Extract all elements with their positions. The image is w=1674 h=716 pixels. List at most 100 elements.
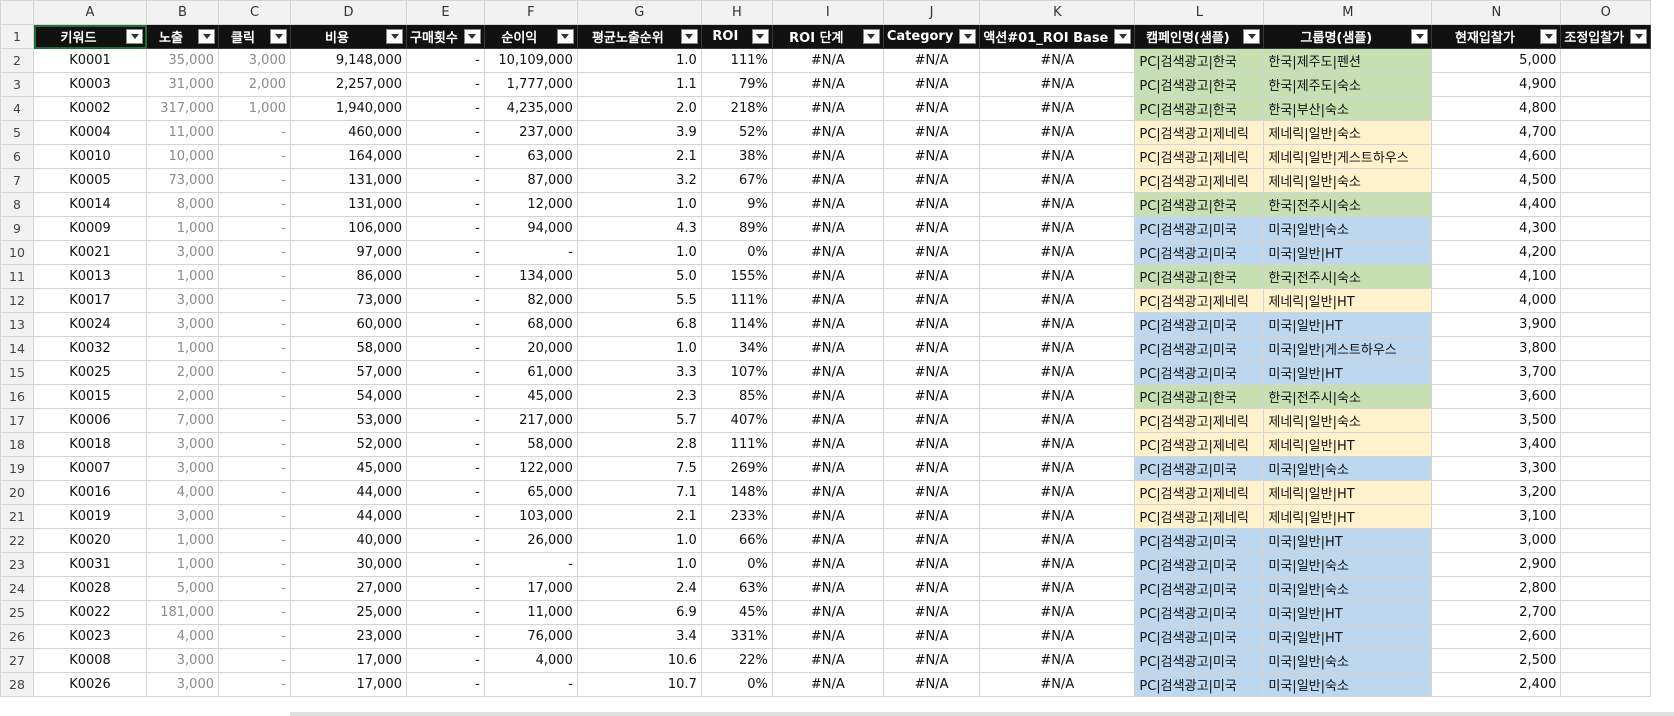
cell-h[interactable]: 85%: [700, 384, 773, 409]
cell-h[interactable]: 52%: [700, 120, 773, 145]
column-letter-f[interactable]: F: [483, 0, 578, 25]
cell-d[interactable]: 54,000: [290, 384, 407, 409]
cell-o[interactable]: [1560, 432, 1652, 457]
cell-o[interactable]: [1560, 456, 1652, 481]
cell-n[interactable]: 4,500: [1431, 168, 1562, 193]
row-number[interactable]: 5: [0, 120, 34, 145]
cell-i[interactable]: #N/A: [771, 48, 884, 73]
cell-m[interactable]: 미국|일반|숙소: [1263, 672, 1433, 697]
cell-k[interactable]: #N/A: [979, 216, 1136, 241]
cell-i[interactable]: #N/A: [771, 336, 884, 361]
cell-f[interactable]: 103,000: [483, 504, 578, 529]
cell-d[interactable]: 53,000: [290, 408, 407, 433]
cell-o[interactable]: [1560, 72, 1652, 97]
cell-e[interactable]: -: [406, 576, 485, 601]
cell-g[interactable]: 6.9: [576, 600, 702, 625]
cell-i[interactable]: #N/A: [771, 600, 884, 625]
cell-c[interactable]: -: [218, 552, 291, 577]
cell-e[interactable]: -: [406, 504, 485, 529]
cell-i[interactable]: #N/A: [771, 288, 884, 313]
cell-i[interactable]: #N/A: [771, 360, 884, 385]
cell-k[interactable]: #N/A: [979, 72, 1136, 97]
column-letter-g[interactable]: G: [576, 0, 702, 25]
cell-a[interactable]: K0023: [33, 624, 147, 649]
row-number[interactable]: 10: [0, 240, 34, 265]
cell-a[interactable]: K0001: [33, 48, 147, 73]
cell-m[interactable]: 미국|일반|HT: [1263, 312, 1433, 337]
cell-m[interactable]: 제네릭|일반|숙소: [1263, 120, 1433, 145]
cell-k[interactable]: #N/A: [979, 384, 1136, 409]
cell-n[interactable]: 3,500: [1431, 408, 1562, 433]
cell-m[interactable]: 한국|전주시|숙소: [1263, 384, 1433, 409]
cell-i[interactable]: #N/A: [771, 624, 884, 649]
column-letter-e[interactable]: E: [406, 0, 485, 25]
filter-dropdown-icon[interactable]: [1411, 29, 1429, 44]
cell-g[interactable]: 2.1: [576, 504, 702, 529]
cell-k[interactable]: #N/A: [979, 504, 1136, 529]
cell-l[interactable]: PC|검색광고|한국: [1134, 72, 1265, 97]
cell-g[interactable]: 3.9: [576, 120, 702, 145]
cell-m[interactable]: 미국|일반|숙소: [1263, 216, 1433, 241]
cell-b[interactable]: 1,000: [146, 216, 219, 241]
cell-b[interactable]: 3,000: [146, 312, 219, 337]
cell-a[interactable]: K0005: [33, 168, 147, 193]
cell-m[interactable]: 제네릭|일반|HT: [1263, 480, 1433, 505]
cell-j[interactable]: #N/A: [882, 552, 981, 577]
cell-h[interactable]: 331%: [700, 624, 773, 649]
cell-g[interactable]: 2.4: [576, 576, 702, 601]
row-number[interactable]: 9: [0, 216, 34, 241]
cell-m[interactable]: 미국|일반|HT: [1263, 528, 1433, 553]
cell-n[interactable]: 2,600: [1431, 624, 1562, 649]
cell-h[interactable]: 107%: [700, 360, 773, 385]
cell-g[interactable]: 2.3: [576, 384, 702, 409]
cell-l[interactable]: PC|검색광고|제네릭: [1134, 432, 1265, 457]
cell-l[interactable]: PC|검색광고|미국: [1134, 600, 1265, 625]
cell-d[interactable]: 23,000: [290, 624, 407, 649]
cell-m[interactable]: 제네릭|일반|숙소: [1263, 168, 1433, 193]
cell-f[interactable]: 68,000: [483, 312, 578, 337]
cell-f[interactable]: 94,000: [483, 216, 578, 241]
cell-i[interactable]: #N/A: [771, 576, 884, 601]
cell-j[interactable]: #N/A: [882, 360, 981, 385]
cell-e[interactable]: -: [406, 120, 485, 145]
cell-n[interactable]: 4,000: [1431, 288, 1562, 313]
column-letter-k[interactable]: K: [979, 0, 1136, 25]
cell-a[interactable]: K0019: [33, 504, 147, 529]
cell-d[interactable]: 1,940,000: [290, 96, 407, 121]
cell-n[interactable]: 4,700: [1431, 120, 1562, 145]
cell-e[interactable]: -: [406, 288, 485, 313]
cell-i[interactable]: #N/A: [771, 672, 884, 697]
cell-c[interactable]: -: [218, 336, 291, 361]
cell-h[interactable]: 0%: [700, 240, 773, 265]
cell-n[interactable]: 4,900: [1431, 72, 1562, 97]
cell-e[interactable]: -: [406, 216, 485, 241]
cell-a[interactable]: K0016: [33, 480, 147, 505]
cell-n[interactable]: 3,600: [1431, 384, 1562, 409]
cell-o[interactable]: [1560, 360, 1652, 385]
cell-j[interactable]: #N/A: [882, 240, 981, 265]
cell-j[interactable]: #N/A: [882, 336, 981, 361]
spreadsheet-grid[interactable]: A B C D E F G H I J K L M N O 1 키워드 노출 클릭 비용 구매횟수 순이익 평균노출순위 RO…: [0, 0, 1674, 716]
cell-a[interactable]: K0007: [33, 456, 147, 481]
cell-a[interactable]: K0018: [33, 432, 147, 457]
cell-g[interactable]: 7.5: [576, 456, 702, 481]
cell-m[interactable]: 미국|일반|HT: [1263, 360, 1433, 385]
filter-dropdown-icon[interactable]: [751, 29, 769, 44]
cell-g[interactable]: 5.0: [576, 264, 702, 289]
cell-m[interactable]: 한국|제주도|펜션: [1263, 48, 1433, 73]
cell-d[interactable]: 27,000: [290, 576, 407, 601]
cell-n[interactable]: 2,900: [1431, 552, 1562, 577]
header-cell-c[interactable]: 클릭: [218, 24, 291, 49]
cell-m[interactable]: 미국|일반|HT: [1263, 240, 1433, 265]
header-cell-d[interactable]: 비용: [290, 24, 407, 49]
cell-i[interactable]: #N/A: [771, 216, 884, 241]
cell-i[interactable]: #N/A: [771, 168, 884, 193]
cell-n[interactable]: 2,500: [1431, 648, 1562, 673]
cell-f[interactable]: 11,000: [483, 600, 578, 625]
filter-dropdown-icon[interactable]: [862, 29, 880, 44]
column-letter-a[interactable]: A: [33, 0, 147, 25]
cell-o[interactable]: [1560, 192, 1652, 217]
filter-dropdown-icon[interactable]: [386, 29, 403, 44]
cell-i[interactable]: #N/A: [771, 456, 884, 481]
column-letter-o[interactable]: O: [1560, 0, 1652, 25]
